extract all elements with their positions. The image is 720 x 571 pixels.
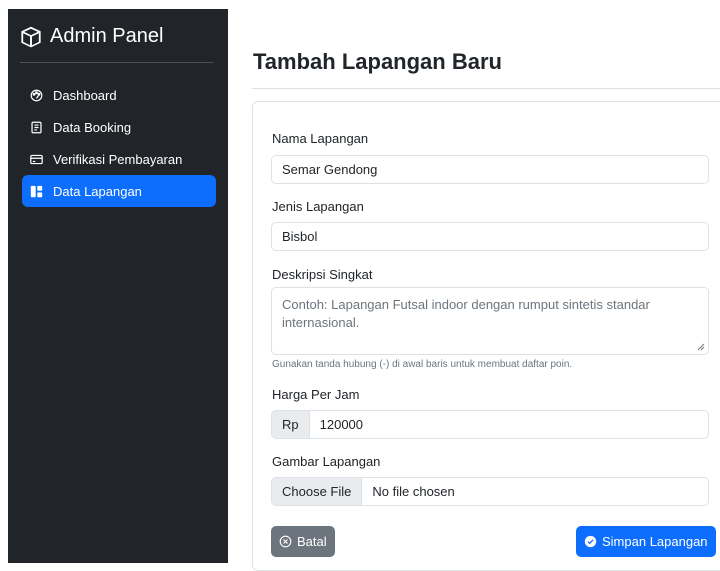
sidebar-divider xyxy=(20,62,214,63)
page-title: Tambah Lapangan Baru xyxy=(253,49,502,74)
brand[interactable]: Admin Panel xyxy=(20,25,163,48)
grid-icon xyxy=(30,185,43,197)
price-input-group: Rp 120000 xyxy=(271,410,709,439)
brand-title: Admin Panel xyxy=(50,25,164,47)
sidebar-item-label: Dashboard xyxy=(53,87,117,103)
sidebar-item-verifikasi-pembayaran[interactable]: Verifikasi Pembayaran xyxy=(22,143,216,175)
price-prefix: Rp xyxy=(272,411,310,438)
name-input[interactable]: Semar Gendong xyxy=(271,155,709,184)
box-icon xyxy=(21,26,41,47)
form-card: Nama Lapangan Semar Gendong Jenis Lapang… xyxy=(252,101,720,571)
sidebar-item-data-booking[interactable]: Data Booking xyxy=(22,111,216,143)
sidebar-item-label: Data Booking xyxy=(53,119,132,135)
image-label: Gambar Lapangan xyxy=(272,454,381,469)
title-divider xyxy=(252,88,720,89)
name-label: Nama Lapangan xyxy=(272,131,369,146)
description-label: Deskripsi Singkat xyxy=(272,267,373,282)
description-textarea[interactable]: Contoh: Lapangan Futsal indoor dengan ru… xyxy=(271,287,709,355)
credit-card-icon xyxy=(30,154,43,164)
cancel-button-label: Batal xyxy=(297,534,327,549)
description-placeholder: Contoh: Lapangan Futsal indoor dengan ru… xyxy=(282,297,650,330)
file-status: No file chosen xyxy=(372,484,455,499)
check-circle-icon xyxy=(584,535,597,548)
price-input[interactable]: 120000 xyxy=(310,411,373,438)
description-hint: Gunakan tanda hubung (-) di awal baris u… xyxy=(272,359,573,370)
save-button-label: Simpan Lapangan xyxy=(602,534,708,549)
x-circle-icon xyxy=(279,535,292,548)
sidebar-item-label: Data Lapangan xyxy=(53,183,142,199)
sidebar-item-label: Verifikasi Pembayaran xyxy=(53,151,183,167)
sidebar-nav: Dashboard Data Booking Verifikasi Pembay… xyxy=(22,79,216,207)
palette-icon xyxy=(30,89,43,101)
sidebar: Admin Panel Dashboard Data Booking Verif… xyxy=(8,9,228,563)
type-input[interactable]: Bisbol xyxy=(271,222,709,251)
save-button[interactable]: Simpan Lapangan xyxy=(576,526,716,557)
resize-grip-icon[interactable] xyxy=(697,343,705,351)
journal-icon xyxy=(31,121,42,133)
file-input[interactable]: Choose File No file chosen xyxy=(271,477,709,506)
cancel-button[interactable]: Batal xyxy=(271,526,335,557)
choose-file-button[interactable]: Choose File xyxy=(272,478,363,505)
type-label: Jenis Lapangan xyxy=(272,199,364,214)
price-label: Harga Per Jam xyxy=(272,387,360,402)
sidebar-item-dashboard[interactable]: Dashboard xyxy=(22,79,216,111)
main-content: Tambah Lapangan Baru Nama Lapangan Semar… xyxy=(228,9,720,571)
sidebar-item-data-lapangan[interactable]: Data Lapangan xyxy=(22,175,216,207)
